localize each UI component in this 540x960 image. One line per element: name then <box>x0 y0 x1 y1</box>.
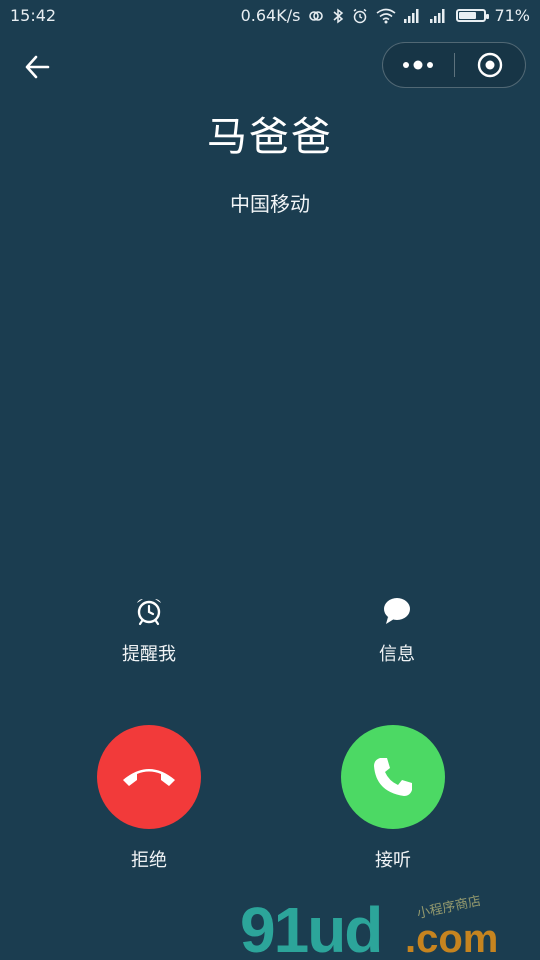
caller-name: 马爸爸 <box>207 114 333 160</box>
back-button[interactable] <box>20 50 54 84</box>
message-label: 信息 <box>379 644 415 665</box>
decline-label: 拒绝 <box>131 850 167 871</box>
back-arrow-icon <box>25 55 50 79</box>
battery-icon <box>456 9 490 22</box>
remind-me-label: 提醒我 <box>122 644 176 665</box>
alarm-icon <box>352 8 368 24</box>
wifi-icon <box>376 8 396 24</box>
decline-button[interactable] <box>97 725 201 829</box>
link-icon <box>308 8 324 24</box>
carrier-label: 中国移动 <box>230 192 310 216</box>
bluetooth-icon <box>332 8 344 24</box>
signal-icon <box>430 8 448 23</box>
site-watermark: 91ud .com 小程序商店 <box>240 890 540 960</box>
more-button[interactable] <box>383 43 454 87</box>
status-time: 15:42 <box>10 6 57 25</box>
signal-icon <box>404 8 422 23</box>
svg-text:.com: .com <box>405 917 498 960</box>
remind-me-button[interactable]: 提醒我 <box>89 596 209 666</box>
more-dots-icon <box>403 60 434 70</box>
hang-up-icon <box>123 769 175 786</box>
status-bar: 15:42 0.64K/s 71% <box>0 0 540 32</box>
network-speed: 0.64K/s <box>240 6 301 25</box>
incoming-call-screen: 15:42 0.64K/s 71% 马爸爸 中国移动 提醒我 信息 拒绝 接听 … <box>0 0 540 960</box>
miniprogram-capsule <box>382 42 526 88</box>
close-miniprogram-button[interactable] <box>455 43 526 87</box>
accept-button[interactable] <box>341 725 445 829</box>
status-icons: 0.64K/s 71% <box>241 6 530 25</box>
svg-text:小程序商店: 小程序商店 <box>416 894 483 922</box>
alarm-clock-icon <box>137 599 161 626</box>
watermark-logo: 91ud .com 小程序商店 <box>240 894 498 960</box>
phone-icon <box>374 758 412 796</box>
svg-text:91ud: 91ud <box>240 894 381 960</box>
battery-percent: 71% <box>494 6 530 25</box>
message-button[interactable]: 信息 <box>337 596 457 666</box>
target-close-icon <box>477 52 502 78</box>
message-bubble-icon <box>384 598 410 624</box>
accept-label: 接听 <box>375 850 411 871</box>
